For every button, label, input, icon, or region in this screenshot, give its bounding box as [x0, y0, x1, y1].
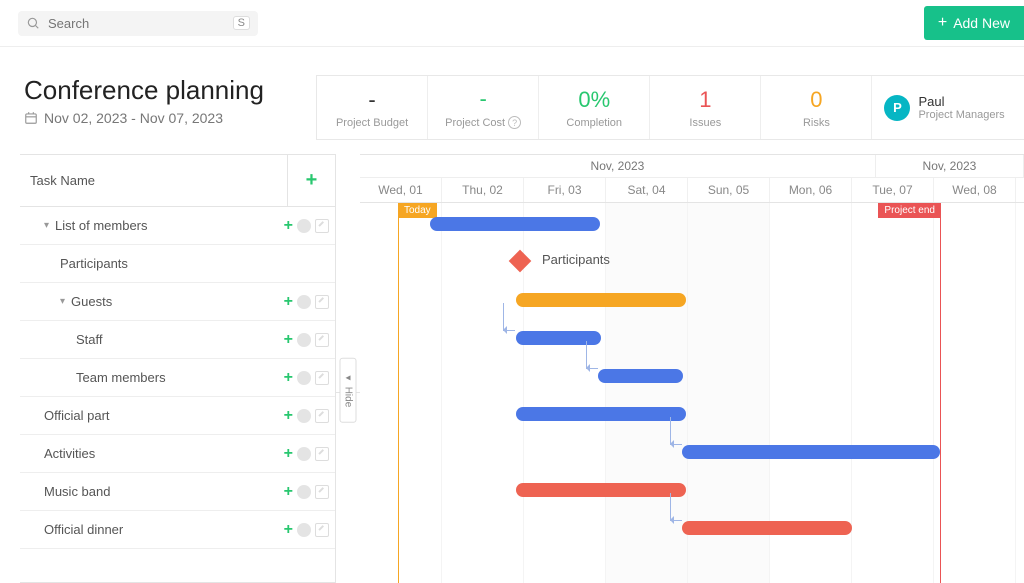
task-name-label: Staff — [76, 332, 103, 347]
edit-icon[interactable] — [315, 523, 329, 537]
search-box[interactable]: S — [18, 11, 258, 36]
gantt-bar[interactable] — [516, 483, 686, 497]
status-icon[interactable] — [297, 447, 311, 461]
edit-icon[interactable] — [315, 333, 329, 347]
grid-column — [852, 203, 934, 583]
grid-column — [606, 203, 688, 583]
task-name-header: Task Name — [20, 159, 287, 202]
task-name-label: Official part — [44, 408, 110, 423]
day-header: Sat, 04 — [606, 178, 688, 202]
stat-completion[interactable]: 0% Completion — [539, 76, 650, 139]
gantt-bar[interactable] — [516, 293, 686, 307]
project-end-marker: Project end — [940, 203, 941, 583]
gantt-bar[interactable] — [430, 217, 600, 231]
dependency-line — [670, 417, 682, 445]
manager-role: Project Managers — [918, 109, 1004, 121]
day-header: Wed, 01 — [360, 178, 442, 202]
task-name-label: Official dinner — [44, 522, 123, 537]
project-date-range: Nov 02, 2023 - Nov 07, 2023 — [24, 110, 292, 126]
day-header: Fri, 03 — [524, 178, 606, 202]
chevron-left-icon: ◂ — [343, 373, 354, 384]
add-subtask-button[interactable]: + — [284, 331, 293, 349]
add-subtask-button[interactable]: + — [284, 369, 293, 387]
grid-column — [360, 203, 442, 583]
chevron-down-icon[interactable]: ▾ — [60, 296, 65, 307]
add-new-label: Add New — [953, 15, 1010, 31]
add-subtask-button[interactable]: + — [284, 407, 293, 425]
edit-icon[interactable] — [315, 447, 329, 461]
edit-icon[interactable] — [315, 409, 329, 423]
search-hotkey: S — [233, 16, 250, 30]
day-header: Thu, 02 — [442, 178, 524, 202]
status-icon[interactable] — [297, 523, 311, 537]
plus-icon: + — [938, 14, 947, 32]
status-icon[interactable] — [297, 371, 311, 385]
gantt-bar[interactable] — [682, 445, 940, 459]
task-row[interactable]: Team members + — [20, 359, 335, 397]
month-label: Nov, 2023 — [360, 155, 876, 177]
task-row[interactable]: Staff + — [20, 321, 335, 359]
task-name-label: Activities — [44, 446, 95, 461]
status-icon[interactable] — [297, 409, 311, 423]
stat-risks[interactable]: 0 Risks — [761, 76, 872, 139]
manager-name: Paul — [918, 94, 1004, 109]
task-name-label: Team members — [76, 370, 166, 385]
project-title: Conference planning — [24, 75, 292, 106]
dependency-line — [670, 493, 682, 521]
hide-panel-button[interactable]: ◂ Hide — [340, 358, 357, 423]
stat-cost[interactable]: - Project Cost? — [428, 76, 539, 139]
add-task-button[interactable]: + — [306, 169, 318, 192]
task-row[interactable]: Official dinner + — [20, 511, 335, 549]
task-row[interactable]: Activities + — [20, 435, 335, 473]
gantt-chart[interactable]: Nov, 2023 Nov, 2023 Wed, 01Thu, 02Fri, 0… — [360, 154, 1024, 583]
day-header: T — [1016, 178, 1024, 202]
month-label: Nov, 2023 — [876, 155, 1024, 177]
chevron-down-icon[interactable]: ▾ — [44, 220, 49, 231]
status-icon[interactable] — [297, 333, 311, 347]
task-name-label: List of members — [55, 218, 147, 233]
stat-budget[interactable]: - Project Budget — [317, 76, 428, 139]
gantt-bar[interactable] — [516, 407, 686, 421]
milestone-label: Participants — [542, 252, 610, 267]
grid-column — [934, 203, 1016, 583]
dependency-line — [503, 303, 515, 331]
status-icon[interactable] — [297, 485, 311, 499]
add-new-button[interactable]: + Add New — [924, 6, 1024, 40]
task-name-label: Participants — [60, 256, 128, 271]
task-name-label: Music band — [44, 484, 110, 499]
calendar-icon — [24, 111, 38, 125]
edit-icon[interactable] — [315, 485, 329, 499]
day-header: Wed, 08 — [934, 178, 1016, 202]
grid-column — [1016, 203, 1024, 583]
search-input[interactable] — [46, 15, 233, 32]
add-subtask-button[interactable]: + — [284, 445, 293, 463]
day-header: Mon, 06 — [770, 178, 852, 202]
gantt-bar[interactable] — [598, 369, 683, 383]
day-header: Sun, 05 — [688, 178, 770, 202]
stat-managers[interactable]: P Paul Project Managers — [872, 76, 1024, 139]
task-row[interactable]: Official part + — [20, 397, 335, 435]
task-row[interactable]: ▾ List of members + — [20, 207, 335, 245]
info-icon[interactable]: ? — [508, 116, 521, 129]
task-row[interactable]: Music band + — [20, 473, 335, 511]
add-subtask-button[interactable]: + — [284, 521, 293, 539]
search-icon — [26, 16, 40, 30]
stat-issues[interactable]: 1 Issues — [650, 76, 761, 139]
gantt-bar[interactable] — [682, 521, 852, 535]
task-row[interactable]: ▾ Guests + — [20, 283, 335, 321]
avatar: P — [884, 95, 910, 121]
day-header: Tue, 07 — [852, 178, 934, 202]
edit-icon[interactable] — [315, 295, 329, 309]
dependency-line — [586, 341, 598, 369]
edit-icon[interactable] — [315, 371, 329, 385]
status-icon[interactable] — [297, 219, 311, 233]
add-subtask-button[interactable]: + — [284, 483, 293, 501]
edit-icon[interactable] — [315, 219, 329, 233]
today-marker: Today — [398, 203, 399, 583]
status-icon[interactable] — [297, 295, 311, 309]
add-subtask-button[interactable]: + — [284, 293, 293, 311]
task-row[interactable]: Participants — [20, 245, 335, 283]
task-name-label: Guests — [71, 294, 112, 309]
add-subtask-button[interactable]: + — [284, 217, 293, 235]
